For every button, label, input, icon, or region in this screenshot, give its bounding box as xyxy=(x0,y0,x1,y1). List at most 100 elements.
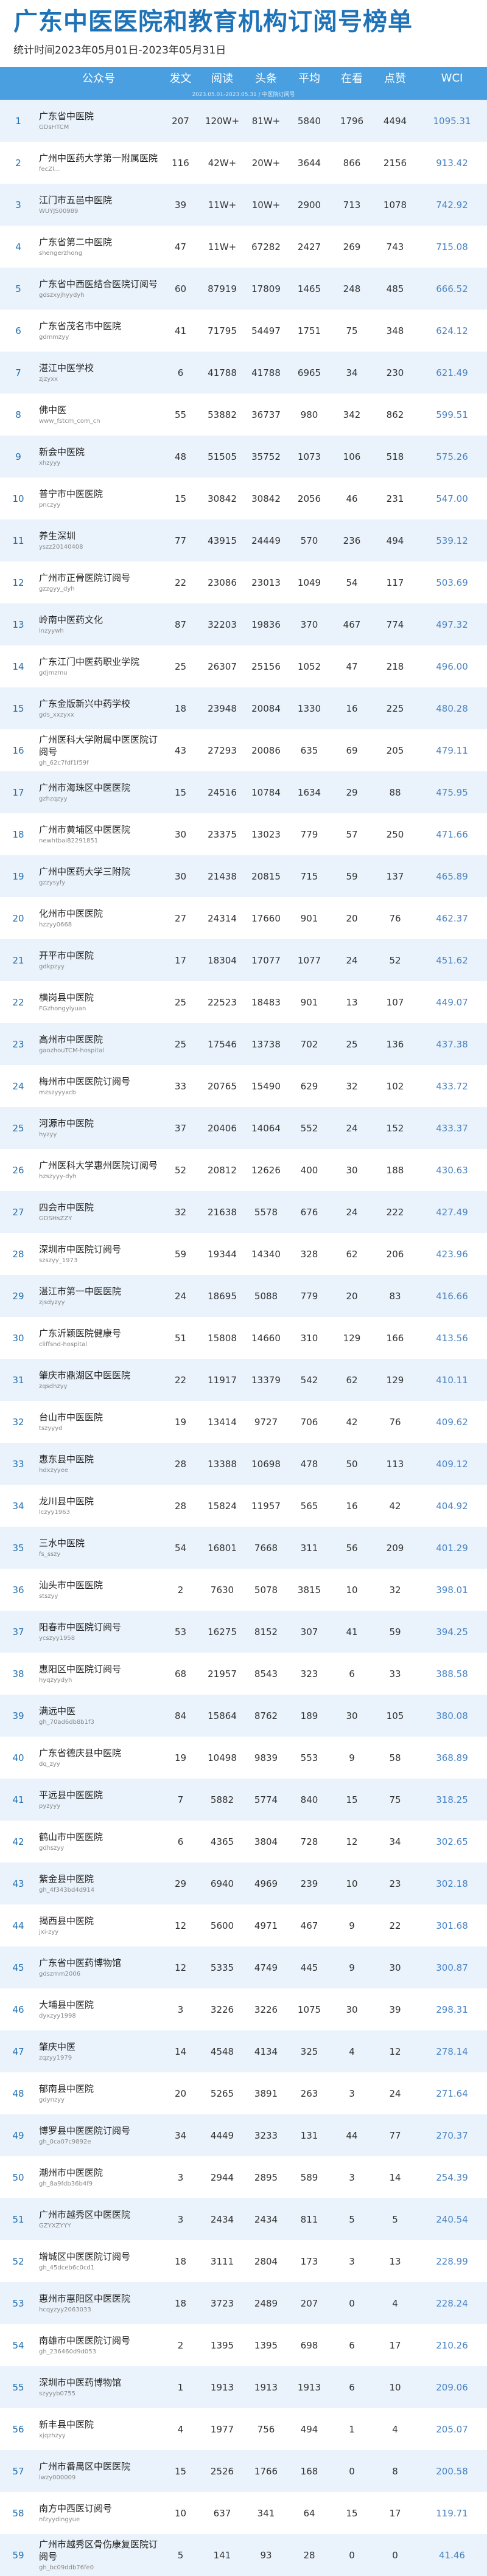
rank-cell: 26 xyxy=(12,1164,24,1176)
likes-cell: 1078 xyxy=(383,199,407,210)
account-id: zqsdhzyy xyxy=(39,1383,68,1390)
likes-cell: 17 xyxy=(389,2339,401,2351)
account-id: cliffsnd-hospital xyxy=(39,1341,88,1348)
rank-cell: 50 xyxy=(12,2172,24,2183)
likes-cell: 30 xyxy=(389,1962,401,1973)
wci-cell: 298.31 xyxy=(436,2004,468,2015)
likes-cell: 250 xyxy=(386,828,404,840)
account-cell: 龙川县中医院 lczyy1963 xyxy=(37,1485,161,1527)
account-cell: 汕头市中医医院 stszyy xyxy=(37,1569,161,1611)
likes-cell: 231 xyxy=(386,493,404,504)
headline-cell: 17809 xyxy=(251,283,281,294)
account-cell: 肇庆中医 zqzyy1979 xyxy=(37,2030,161,2072)
account-id: tszyyyd xyxy=(39,1425,63,1432)
account-name: 汕头市中医医院 xyxy=(39,1579,103,1591)
reads-cell: 19344 xyxy=(208,1248,237,1260)
average-cell: 1073 xyxy=(297,451,321,462)
watching-cell: 866 xyxy=(343,157,361,168)
table-row: 49 博罗县中医医院订阅号 gh_0ca07c9892e 34 4449 3233 131 4… xyxy=(0,2114,487,2156)
table-row: 34 龙川县中医院 lczyy1963 28 15824 11957 565 16 42 404.… xyxy=(0,1485,487,1527)
posts-cell: 52 xyxy=(174,1164,187,1176)
rank-cell: 34 xyxy=(12,1500,24,1512)
headline-cell: 36737 xyxy=(251,409,281,420)
account-name: 开平市中医院 xyxy=(39,950,94,961)
table-row: 4 广东省第二中医院 shengerzhong 47 11W+ 67282 2427 269 7… xyxy=(0,226,487,268)
posts-cell: 77 xyxy=(174,535,187,546)
account-name: 惠阳区中医院订阅号 xyxy=(39,1663,122,1675)
likes-cell: 34 xyxy=(389,1836,401,1847)
watching-cell: 13 xyxy=(346,996,358,1008)
account-name: 阳春市中医院订阅号 xyxy=(39,1621,122,1633)
posts-cell: 2 xyxy=(177,2339,184,2351)
posts-cell: 55 xyxy=(174,409,187,420)
headline-cell: 5088 xyxy=(254,1290,278,1302)
headline-cell: 17077 xyxy=(251,954,281,966)
average-cell: 1049 xyxy=(297,577,321,588)
headline-cell: 5578 xyxy=(254,1206,278,1218)
rank-cell: 35 xyxy=(12,1542,24,1554)
posts-cell: 17 xyxy=(174,954,187,966)
posts-cell: 3 xyxy=(177,2004,184,2015)
watching-cell: 248 xyxy=(343,283,361,294)
table-row: 52 增城区中医医院订阅号 gh_45dceb6c0cd1 18 3111 2804 173… xyxy=(0,2240,487,2282)
reads-cell: 5265 xyxy=(210,2088,234,2099)
reads-cell: 41788 xyxy=(208,367,237,378)
average-cell: 467 xyxy=(300,1920,318,1931)
account-name: 化州市中医医院 xyxy=(39,908,103,919)
rank-cell: 48 xyxy=(12,2088,24,2099)
account-name: 四会市中医院 xyxy=(39,1201,94,1213)
posts-cell: 51 xyxy=(174,1332,187,1344)
watching-cell: 62 xyxy=(346,1248,358,1260)
account-cell: 肇庆市鼎湖区中医医院 zqsdhzyy xyxy=(37,1359,161,1401)
account-name: 台山市中医医院 xyxy=(39,1411,103,1423)
table-row: 1 广东省中医院 GDsHTCM 207 120W+ 81W+ 5840 1796 4494 10… xyxy=(0,100,487,142)
account-id: xjqzhzyy xyxy=(39,2432,66,2439)
account-id: pyzyyy xyxy=(39,1802,61,1810)
account-name: 广州市番禺区中医医院 xyxy=(39,2460,131,2472)
average-cell: 1913 xyxy=(297,2381,321,2393)
reads-cell: 16801 xyxy=(208,1542,237,1554)
account-name: 广州中医药大学三附院 xyxy=(39,866,131,877)
account-cell: 深圳市中医药博物馆 szyyyb0755 xyxy=(37,2366,161,2408)
account-cell: 四会市中医院 GDSHsZZY xyxy=(37,1191,161,1233)
rank-cell: 19 xyxy=(12,870,24,882)
reads-cell: 20406 xyxy=(208,1122,237,1134)
watching-cell: 9 xyxy=(349,1920,355,1931)
headline-cell: 35752 xyxy=(251,451,281,462)
watching-cell: 269 xyxy=(343,241,361,252)
average-cell: 635 xyxy=(300,745,318,756)
account-cell: 佛中医 www_fstcm_com_cn xyxy=(37,394,161,436)
table-row: 42 鹤山市中医医院 gdhszyy 6 4365 3804 728 12 34 302.65 xyxy=(0,1821,487,1863)
account-name: 潮州市中医医院 xyxy=(39,2167,103,2178)
headline-cell: 7668 xyxy=(254,1542,278,1554)
rank-cell: 10 xyxy=(12,493,24,504)
account-cell: 揭西县中医院 jxi-zyy xyxy=(37,1904,161,1946)
likes-cell: 14 xyxy=(389,2172,401,2183)
wci-cell: 240.54 xyxy=(436,2213,468,2225)
account-name: 增城区中医医院订阅号 xyxy=(39,2251,131,2262)
posts-cell: 68 xyxy=(174,1668,187,1679)
average-cell: 2056 xyxy=(297,493,321,504)
reads-cell: 32203 xyxy=(208,619,237,630)
average-cell: 2900 xyxy=(297,199,321,210)
wci-cell: 621.49 xyxy=(436,367,468,378)
average-cell: 676 xyxy=(300,1206,318,1218)
average-cell: 553 xyxy=(300,1752,318,1763)
average-cell: 445 xyxy=(300,1962,318,1973)
account-id: hcqyzyy2063033 xyxy=(39,2306,91,2313)
account-cell: 深圳市中医院订阅号 szszyy_1973 xyxy=(37,1233,161,1275)
account-cell: 台山市中医医院 tszyyyd xyxy=(37,1401,161,1443)
reads-cell: 15824 xyxy=(208,1500,237,1512)
account-cell: 湛江市第一中医医院 zjsdyzyy xyxy=(37,1275,161,1317)
posts-cell: 5 xyxy=(177,2549,184,2561)
account-cell: 化州市中医医院 hzzyy0668 xyxy=(37,897,161,939)
account-id: hyzyy xyxy=(39,1131,57,1138)
header-reads: 阅读 xyxy=(211,72,233,85)
account-name: 惠东县中医院 xyxy=(39,1453,94,1465)
watching-cell: 9 xyxy=(349,1752,355,1763)
average-cell: 728 xyxy=(300,1836,318,1847)
account-cell: 横岗县中医院 FGzhongyiyuan xyxy=(37,981,161,1023)
account-name: 肇庆市鼎湖区中医医院 xyxy=(39,1369,131,1381)
rank-cell: 12 xyxy=(12,577,24,588)
table-row: 55 深圳市中医药博物馆 szyyyb0755 1 1913 1913 1913 6 10 209… xyxy=(0,2366,487,2408)
